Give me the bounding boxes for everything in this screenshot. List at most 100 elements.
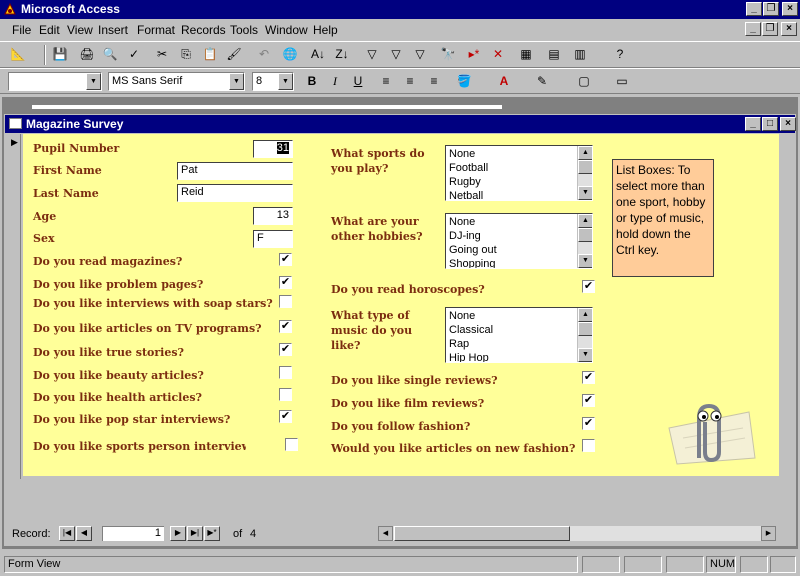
horizontal-scrollbar[interactable]: ◀ ▶ — [378, 526, 776, 541]
menu-window[interactable]: Window — [265, 23, 308, 37]
list-option[interactable]: Football — [449, 161, 488, 175]
new-record-button[interactable]: ▶* — [204, 526, 220, 541]
insert-hyperlink-icon[interactable]: 🌐 — [280, 44, 300, 64]
scroll-thumb[interactable] — [578, 322, 592, 336]
soap-stars-checkbox[interactable] — [279, 295, 292, 308]
previous-record-button[interactable]: ◀ — [76, 526, 92, 541]
font-name-combo[interactable]: MS Sans Serif ▼ — [108, 72, 245, 91]
menu-view[interactable]: View — [67, 23, 93, 37]
list-scrollbar[interactable]: ▲ ▼ — [577, 214, 592, 268]
view-icon[interactable]: 📐 — [8, 44, 28, 64]
sports-person-checkbox[interactable] — [285, 438, 298, 451]
sort-ascending-icon[interactable]: A↓ — [308, 44, 328, 64]
menu-tools[interactable]: Tools — [230, 23, 258, 37]
restore-form-button[interactable]: ❐ — [762, 22, 778, 36]
menu-records[interactable]: Records — [181, 23, 226, 37]
list-option[interactable]: Going out — [449, 243, 497, 257]
menu-insert[interactable]: Insert — [98, 23, 128, 37]
line-color-icon[interactable]: ✎ — [532, 71, 552, 91]
beauty-articles-checkbox[interactable] — [279, 366, 292, 379]
first-record-button[interactable]: |◀ — [59, 526, 75, 541]
cut-icon[interactable]: ✂ — [152, 44, 172, 64]
properties-icon[interactable]: ▦ — [516, 44, 536, 64]
record-selector[interactable]: ▶ — [9, 134, 21, 479]
last-name-field[interactable]: Reid — [177, 184, 293, 202]
help-icon[interactable]: ? — [610, 44, 630, 64]
read-magazines-checkbox[interactable]: ✔ — [279, 253, 292, 266]
pupil-number-field[interactable]: 31 — [253, 140, 293, 158]
font-color-icon[interactable]: A — [494, 71, 514, 91]
scroll-right-icon[interactable]: ▶ — [761, 526, 776, 541]
print-preview-icon[interactable]: 🔍 — [100, 44, 120, 64]
special-effect-icon[interactable]: ▭ — [612, 71, 632, 91]
align-right-icon[interactable]: ≡ — [424, 71, 444, 91]
new-record-icon[interactable]: ▸* — [464, 44, 484, 64]
restore-app-button[interactable]: ❐ — [763, 2, 779, 16]
minimize-app-button[interactable]: _ — [746, 2, 762, 16]
fill-color-icon[interactable]: 🪣 — [454, 71, 474, 91]
new-fashion-checkbox[interactable] — [582, 439, 595, 452]
object-combo[interactable]: ▼ — [8, 72, 102, 91]
list-option[interactable]: None — [449, 309, 475, 323]
sort-descending-icon[interactable]: Z↓ — [332, 44, 352, 64]
age-field[interactable]: 13 — [253, 207, 293, 225]
horoscopes-checkbox[interactable]: ✔ — [582, 280, 595, 293]
list-option[interactable]: None — [449, 215, 475, 229]
minimize-window-button[interactable]: _ — [745, 117, 761, 131]
close-window-button[interactable]: × — [780, 117, 796, 131]
print-icon[interactable]: 🖨 — [77, 44, 97, 64]
find-icon[interactable]: 🔭 — [438, 44, 458, 64]
minimize-form-button[interactable]: _ — [745, 22, 761, 36]
true-stories-checkbox[interactable]: ✔ — [279, 343, 292, 356]
list-scrollbar[interactable]: ▲ ▼ — [577, 308, 592, 362]
hobbies-listbox[interactable]: None DJ-ing Going out Shopping ▲ ▼ — [445, 213, 593, 269]
align-left-icon[interactable]: ≡ — [376, 71, 396, 91]
bold-icon[interactable]: B — [302, 71, 322, 91]
list-option[interactable]: Rap — [449, 337, 469, 351]
next-record-button[interactable]: ▶ — [170, 526, 186, 541]
italic-icon[interactable]: I — [325, 71, 345, 91]
line-width-icon[interactable]: ▢ — [574, 71, 594, 91]
list-option[interactable]: Rugby — [449, 175, 481, 189]
list-option[interactable]: Shopping — [449, 257, 496, 268]
filter-by-selection-icon[interactable]: ▽ — [362, 44, 382, 64]
format-painter-icon[interactable]: 🖌 — [224, 44, 244, 64]
film-reviews-checkbox[interactable]: ✔ — [582, 394, 595, 407]
sports-listbox[interactable]: None Football Rugby Netball ▲ ▼ — [445, 145, 593, 201]
scroll-down-icon[interactable]: ▼ — [578, 186, 592, 200]
list-option[interactable]: Netball — [449, 189, 483, 200]
first-name-field[interactable]: Pat — [177, 162, 293, 180]
list-option[interactable]: Hip Hop — [449, 351, 489, 362]
record-number-field[interactable]: 1 — [102, 526, 164, 541]
scroll-up-icon[interactable]: ▲ — [578, 308, 592, 322]
maximize-window-button[interactable]: □ — [762, 117, 778, 131]
follow-fashion-checkbox[interactable]: ✔ — [582, 417, 595, 430]
list-scrollbar[interactable]: ▲ ▼ — [577, 146, 592, 200]
paste-icon[interactable]: 📋 — [200, 44, 220, 64]
save-icon[interactable]: 💾 — [50, 44, 70, 64]
filter-by-form-icon[interactable]: ▽ — [386, 44, 406, 64]
menu-format[interactable]: Format — [137, 23, 175, 37]
delete-record-icon[interactable]: ✕ — [488, 44, 508, 64]
undo-icon[interactable]: ↶ — [254, 44, 274, 64]
scroll-thumb[interactable] — [578, 160, 592, 174]
close-form-button[interactable]: × — [781, 22, 797, 36]
menu-edit[interactable]: Edit — [39, 23, 60, 37]
menu-help[interactable]: Help — [313, 23, 338, 37]
spelling-icon[interactable]: ✓ — [124, 44, 144, 64]
close-app-button[interactable]: × — [782, 2, 798, 16]
music-listbox[interactable]: None Classical Rap Hip Hop ▲ ▼ — [445, 307, 593, 363]
sex-field[interactable]: F — [253, 230, 293, 248]
list-option[interactable]: DJ-ing — [449, 229, 481, 243]
single-reviews-checkbox[interactable]: ✔ — [582, 371, 595, 384]
scroll-up-icon[interactable]: ▲ — [578, 214, 592, 228]
office-assistant-icon[interactable] — [659, 388, 759, 468]
menu-file[interactable]: File — [12, 23, 31, 37]
list-option[interactable]: None — [449, 147, 475, 161]
scroll-up-icon[interactable]: ▲ — [578, 146, 592, 160]
underline-icon[interactable]: U — [348, 71, 368, 91]
scroll-thumb[interactable] — [578, 228, 592, 242]
new-object-icon[interactable]: ▥ — [570, 44, 590, 64]
last-record-button[interactable]: ▶| — [187, 526, 203, 541]
apply-filter-icon[interactable]: ▽ — [410, 44, 430, 64]
